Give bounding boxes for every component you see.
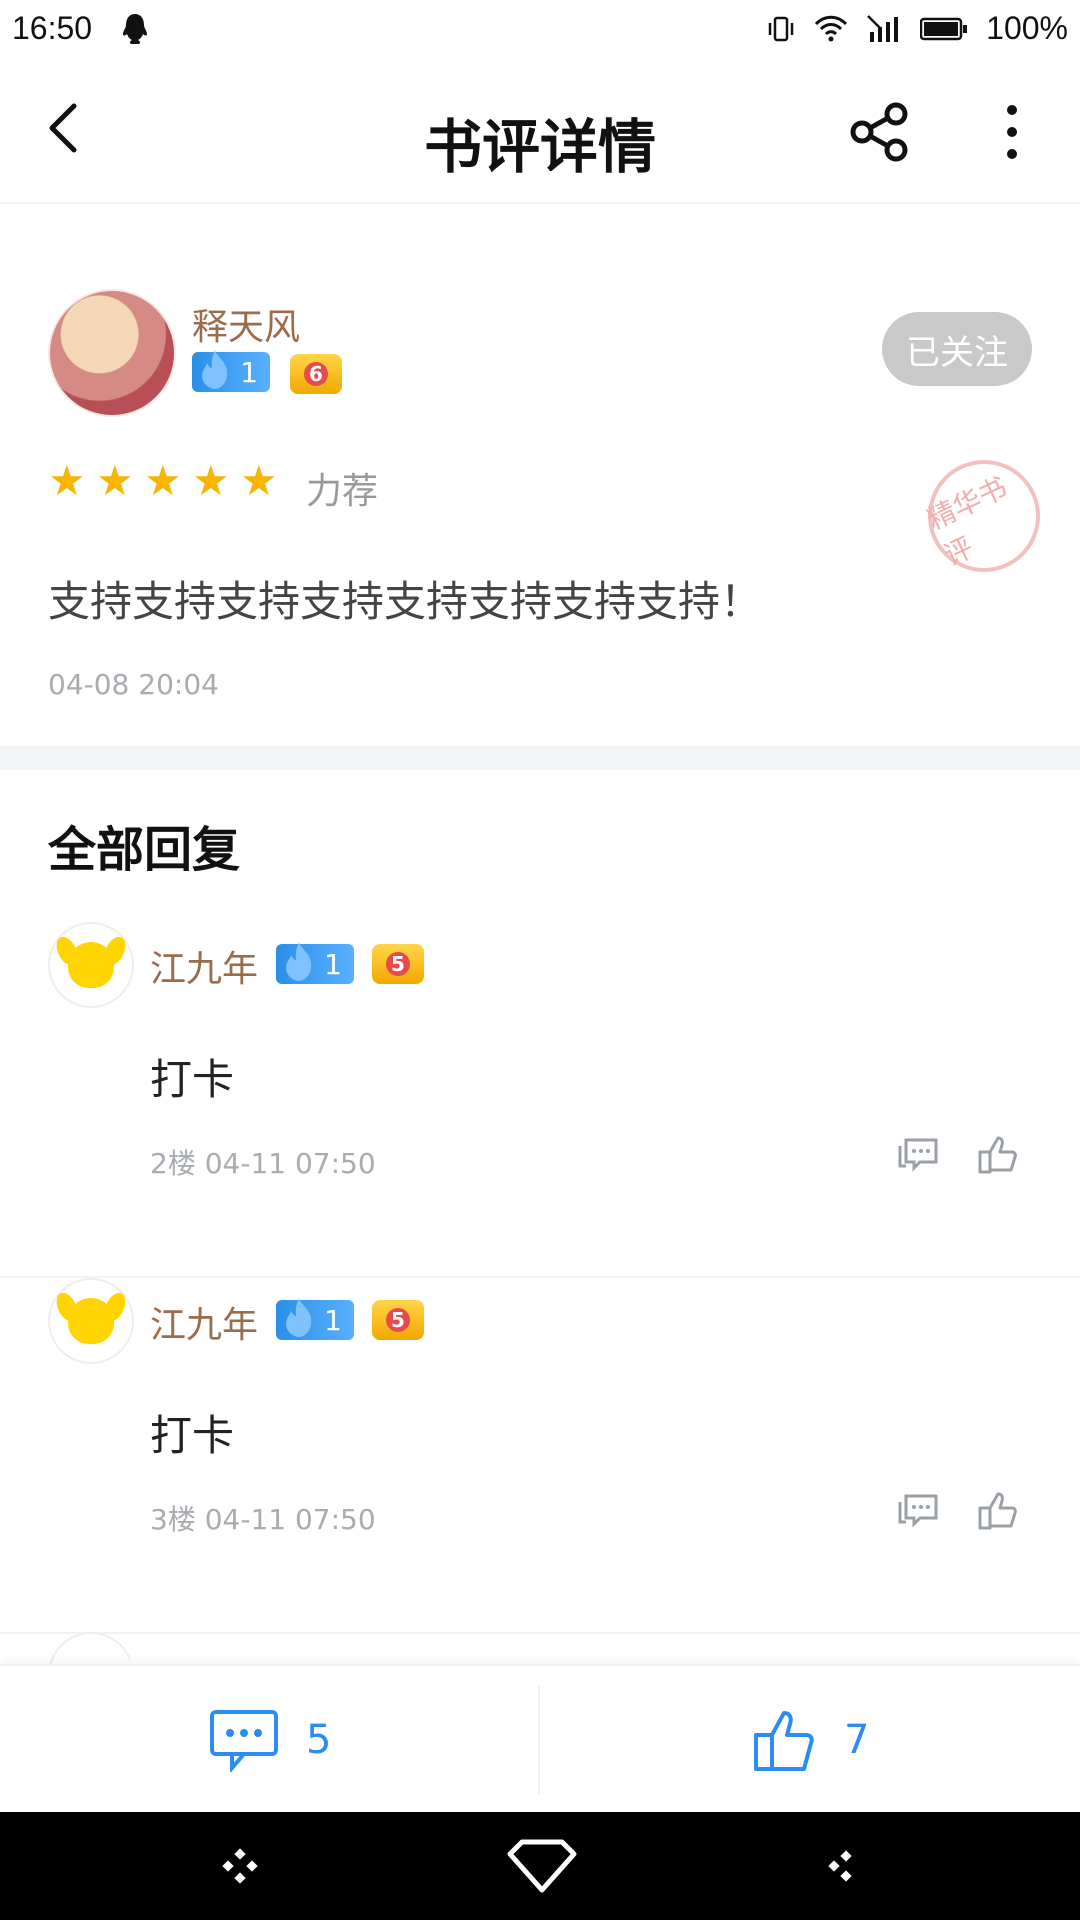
nav-back-button[interactable] [822,1846,862,1886]
comment-count-button[interactable]: 5 [208,1666,331,1814]
comment-bubble-icon [210,1710,278,1772]
section-divider [0,746,1080,770]
thumbs-up-icon [978,1136,1017,1174]
reply-level-badge: 1 [276,942,354,984]
nav-dots-icon [222,1848,258,1884]
wifi-icon [815,15,848,41]
author-rank-badge: 6 [290,354,342,394]
star-icon: ★ [48,456,86,505]
review-time: 04-08 20:04 [48,668,219,701]
star-icon: ★ [96,456,134,505]
reply-rank-badge: 5 [372,944,424,984]
reply-comment-button[interactable] [896,1490,940,1534]
reply-comment-button[interactable] [896,1134,940,1178]
like-count-button[interactable]: 7 [752,1666,869,1814]
app-bar: 书评详情 [0,62,1080,204]
author-name[interactable]: 释天风 [192,298,300,350]
reply-avatar[interactable] [48,1278,134,1364]
flame-icon [202,350,228,389]
like-count: 7 [844,1717,870,1763]
rating-stars: ★ ★ ★ ★ ★ [48,460,282,502]
bottom-divider [538,1686,540,1794]
reply-item: 江九年 1 5 打卡 3楼 04-11 07:50 [0,1278,1080,1634]
nav-back-dots-icon [828,1850,852,1882]
row-separator [0,1632,1080,1634]
reply-level-text: 1 [324,947,342,981]
qq-icon [120,12,150,50]
nav-home-button[interactable] [506,1836,578,1896]
featured-review-stamp: 精华书评 [909,441,1059,591]
nav-home-diamond-icon [507,1839,577,1893]
reply-rank-text: 5 [386,1308,410,1332]
status-right: 100% [766,10,1068,47]
comment-count: 5 [306,1717,332,1763]
pikachu-avatar-icon [68,942,114,988]
battery-percent: 100% [986,10,1068,46]
pikachu-avatar-icon [68,1298,114,1344]
reply-like-button[interactable] [976,1132,1020,1176]
share-icon [850,102,908,162]
star-icon: ★ [192,456,230,505]
battery-icon [920,17,968,40]
reply-meta: 3楼 04-11 07:50 [150,1503,376,1536]
thumbs-up-icon [978,1492,1017,1530]
author-avatar[interactable] [48,289,176,417]
reply-meta: 2楼 04-11 07:50 [150,1147,376,1180]
comment-icon [898,1494,938,1528]
flame-icon [286,1298,312,1337]
comment-icon [898,1138,938,1172]
author-rank-text: 6 [304,362,328,386]
status-bar: 16:50 100% [0,0,1080,62]
share-button[interactable] [848,100,912,164]
author-level-badge: 1 [192,350,270,392]
reply-author-name[interactable]: 江九年 [150,1296,258,1348]
reply-content: 打卡 [150,1055,235,1104]
star-icon: ★ [144,456,182,505]
review-content: 支持支持支持支持支持支持支持支持！ [48,577,763,626]
follow-button[interactable]: 已关注 [882,312,1032,386]
more-vertical-icon [1007,105,1017,159]
star-icon: ★ [240,456,278,505]
flame-icon [286,942,312,981]
reply-rank-text: 5 [386,952,410,976]
signal-icon [867,14,899,42]
nav-menu-button[interactable] [220,1846,260,1886]
reply-like-button[interactable] [976,1488,1020,1532]
page-title: 书评详情 [423,113,656,181]
reply-rank-badge: 5 [372,1300,424,1340]
more-button[interactable] [990,100,1034,164]
reply-level-badge: 1 [276,1298,354,1340]
replies-title: 全部回复 [48,822,241,878]
reply-avatar[interactable] [48,922,134,1008]
system-nav-bar [0,1812,1080,1920]
vibrate-icon [768,16,794,41]
reply-content: 打卡 [150,1411,235,1460]
author-level-text: 1 [240,355,258,389]
reply-author-name[interactable]: 江九年 [150,940,258,992]
reply-avatar-partial [48,1632,130,1664]
status-time: 16:50 [12,10,93,46]
rating-label: 力荐 [306,471,379,512]
bottom-action-bar: 5 7 [0,1664,1080,1814]
reply-level-text: 1 [324,1303,342,1337]
reply-item: 江九年 1 5 打卡 2楼 04-11 07:50 [0,922,1080,1278]
thumbs-up-icon [754,1711,814,1771]
